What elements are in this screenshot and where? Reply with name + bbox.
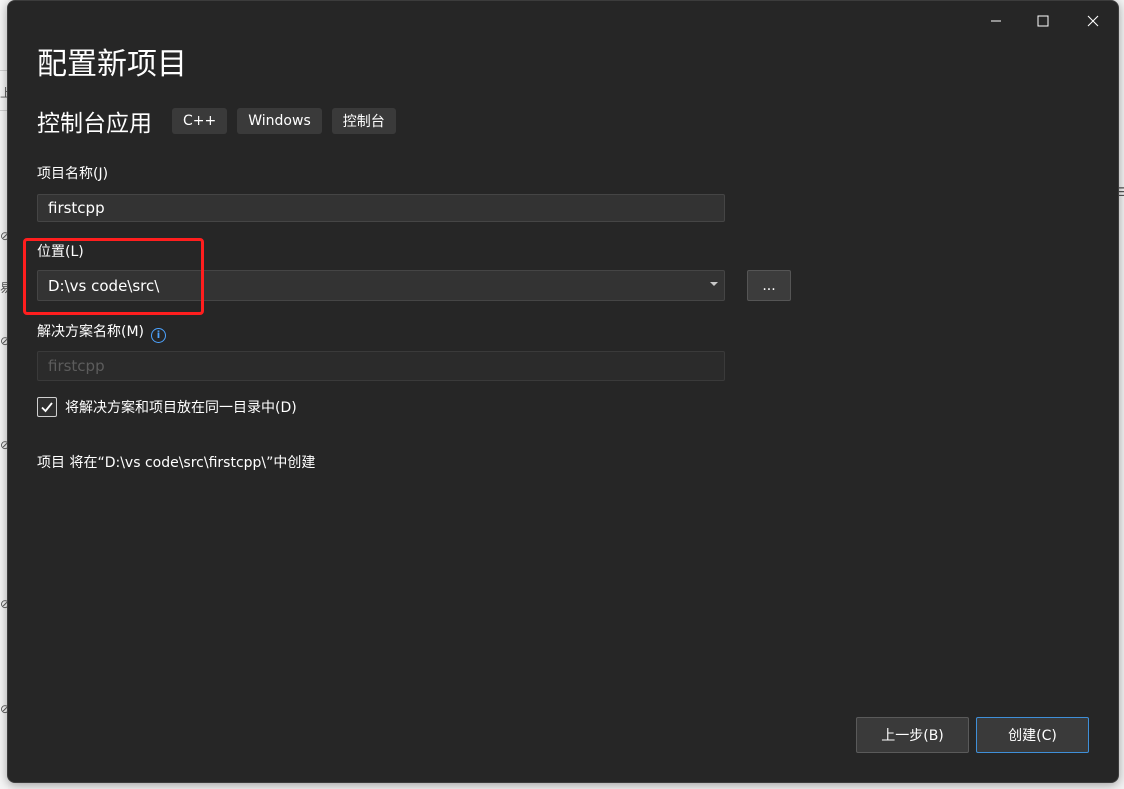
- chevron-down-icon[interactable]: [710, 282, 718, 286]
- solution-name-input: firstcpp: [37, 351, 725, 381]
- close-icon: [1087, 15, 1099, 27]
- maximize-icon: [1037, 15, 1049, 27]
- checkmark-icon: [41, 402, 53, 413]
- back-button[interactable]: 上一步(B): [856, 717, 969, 753]
- project-name-label: 项目名称(J): [37, 166, 109, 182]
- minimize-button[interactable]: [973, 3, 1019, 39]
- close-button[interactable]: [1070, 3, 1116, 39]
- create-button[interactable]: 创建(C): [976, 717, 1089, 753]
- tag-language: C++: [172, 108, 228, 134]
- same-directory-option[interactable]: 将解决方案和项目放在同一目录中(D): [37, 396, 297, 418]
- template-header: 控制台应用 C++ Windows 控制台: [37, 105, 406, 137]
- info-icon[interactable]: i: [151, 328, 167, 343]
- project-name-input[interactable]: firstcpp: [37, 194, 725, 222]
- tag-platform: Windows: [237, 108, 322, 134]
- project-name-value: firstcpp: [48, 199, 105, 217]
- page-title: 配置新项目: [37, 47, 187, 82]
- template-name: 控制台应用: [37, 111, 152, 137]
- creation-path-summary: 项目 将在“D:\vs code\src\firstcpp\”中创建: [37, 455, 316, 471]
- maximize-button[interactable]: [1020, 3, 1066, 39]
- solution-name-value: firstcpp: [48, 357, 105, 375]
- tag-project-type: 控制台: [331, 108, 396, 134]
- configure-project-dialog: 配置新项目 控制台应用 C++ Windows 控制台 项目名称(J) firs…: [7, 0, 1119, 783]
- solution-name-label-text: 解决方案名称(M): [37, 324, 145, 340]
- browse-button[interactable]: ...: [747, 270, 791, 301]
- minimize-icon: [991, 20, 1001, 22]
- highlight-annotation: [23, 238, 204, 315]
- solution-name-label: 解决方案名称(M) i: [37, 321, 167, 343]
- same-directory-checkbox[interactable]: [37, 397, 57, 417]
- same-directory-label: 将解决方案和项目放在同一目录中(D): [65, 400, 297, 416]
